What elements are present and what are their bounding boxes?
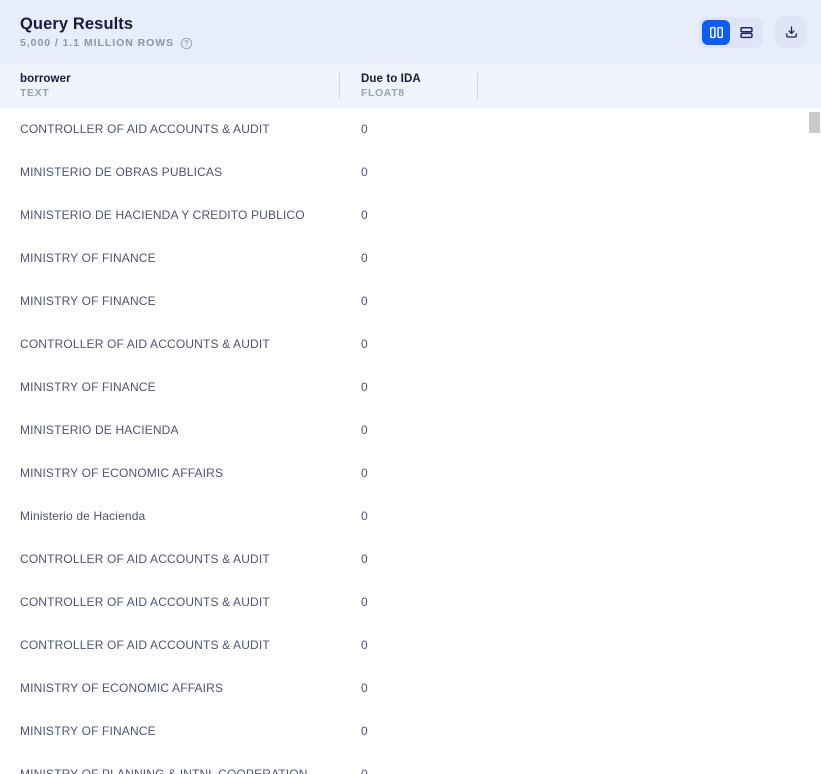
- column-type: TEXT: [20, 87, 50, 99]
- cell-borrower: MINISTRY OF PLANNING & INTNL COOPERATION: [20, 767, 308, 774]
- row-view-icon-button[interactable]: [732, 20, 760, 45]
- cell-borrower: CONTROLLER OF AID ACCOUNTS & AUDIT: [20, 552, 270, 566]
- cell-due-to-ida: 0: [361, 767, 368, 774]
- column-header-due-to-ida[interactable]: Due to IDA FLOAT8: [340, 64, 478, 108]
- cell-borrower: MINISTRY OF ECONOMIC AFFAIRS: [20, 681, 224, 695]
- header-actions: [699, 16, 807, 48]
- title-block: Query Results 5,000 / 1.1 MILLION ROWS: [20, 15, 193, 50]
- cell-due-to-ida: 0: [361, 466, 368, 480]
- cell-borrower: MINISTRY OF FINANCE: [20, 724, 156, 738]
- cell-borrower: MINISTERIO DE HACIENDA Y CREDITO PUBLICO: [20, 208, 305, 222]
- table-row[interactable]: MINISTRY OF ECONOMIC AFFAIRS 0: [0, 452, 821, 495]
- cell-borrower: CONTROLLER OF AID ACCOUNTS & AUDIT: [20, 595, 270, 609]
- cell-borrower: Ministerio de Hacienda: [20, 509, 146, 523]
- cell-due-to-ida: 0: [361, 724, 368, 738]
- table-row[interactable]: MINISTRY OF ECONOMIC AFFAIRS 0: [0, 667, 821, 710]
- cell-borrower: MINISTERIO DE HACIENDA: [20, 423, 179, 437]
- row-count-label: 5,000 / 1.1 MILLION ROWS: [20, 36, 175, 49]
- cell-borrower: MINISTRY OF ECONOMIC AFFAIRS: [20, 466, 224, 480]
- table-row[interactable]: MINISTRY OF FINANCE 0: [0, 280, 821, 323]
- cell-due-to-ida: 0: [361, 638, 368, 652]
- table-row[interactable]: CONTROLLER OF AID ACCOUNTS & AUDIT 0: [0, 624, 821, 667]
- cell-borrower: MINISTRY OF FINANCE: [20, 251, 156, 265]
- cell-due-to-ida: 0: [361, 380, 368, 394]
- table-row[interactable]: MINISTRY OF PLANNING & INTNL COOPERATION…: [0, 753, 821, 774]
- table-row[interactable]: CONTROLLER OF AID ACCOUNTS & AUDIT 0: [0, 581, 821, 624]
- table-row[interactable]: CONTROLLER OF AID ACCOUNTS & AUDIT 0: [0, 323, 821, 366]
- column-divider[interactable]: [477, 73, 478, 99]
- view-mode-toggle-group: [699, 16, 763, 48]
- cell-due-to-ida: 0: [361, 337, 368, 351]
- table-column-header: borrower TEXT Due to IDA FLOAT8: [0, 64, 821, 108]
- download-button[interactable]: [775, 16, 807, 48]
- cell-due-to-ida: 0: [361, 122, 368, 136]
- cell-due-to-ida: 0: [361, 423, 368, 437]
- row-count-row: 5,000 / 1.1 MILLION ROWS: [20, 37, 193, 50]
- table-row[interactable]: MINISTERIO DE OBRAS PUBLICAS 0: [0, 151, 821, 194]
- table-row[interactable]: MINISTRY OF FINANCE 0: [0, 366, 821, 409]
- table-row[interactable]: MINISTRY OF FINANCE 0: [0, 237, 821, 280]
- column-header-borrower[interactable]: borrower TEXT: [0, 64, 340, 108]
- cell-due-to-ida: 0: [361, 294, 368, 308]
- column-type: FLOAT8: [361, 87, 405, 99]
- table-row[interactable]: CONTROLLER OF AID ACCOUNTS & AUDIT 0: [0, 538, 821, 581]
- cell-borrower: CONTROLLER OF AID ACCOUNTS & AUDIT: [20, 337, 270, 351]
- cell-due-to-ida: 0: [361, 595, 368, 609]
- table-row[interactable]: MINISTRY OF FINANCE 0: [0, 710, 821, 753]
- column-view-icon-button[interactable]: [702, 19, 730, 45]
- table-row[interactable]: MINISTERIO DE HACIENDA 0: [0, 409, 821, 452]
- cell-due-to-ida: 0: [361, 208, 368, 222]
- cell-borrower: CONTROLLER OF AID ACCOUNTS & AUDIT: [20, 122, 270, 136]
- cell-due-to-ida: 0: [361, 509, 368, 523]
- panel-header: Query Results 5,000 / 1.1 MILLION ROWS: [0, 0, 821, 64]
- table-row[interactable]: Ministerio de Hacienda 0: [0, 495, 821, 538]
- query-results-panel: Query Results 5,000 / 1.1 MILLION ROWS b…: [0, 0, 821, 774]
- cell-due-to-ida: 0: [361, 165, 368, 179]
- column-name: borrower: [20, 73, 71, 85]
- scrollbar-thumb[interactable]: [809, 112, 820, 133]
- cell-due-to-ida: 0: [361, 681, 368, 695]
- page-title: Query Results: [20, 14, 134, 33]
- vertical-scrollbar[interactable]: [808, 108, 821, 774]
- column-name: Due to IDA: [361, 73, 421, 85]
- table-row[interactable]: MINISTERIO DE HACIENDA Y CREDITO PUBLICO…: [0, 194, 821, 237]
- question-circle-icon[interactable]: [180, 37, 193, 50]
- table-row[interactable]: CONTROLLER OF AID ACCOUNTS & AUDIT 0: [0, 108, 821, 151]
- cell-due-to-ida: 0: [361, 251, 368, 265]
- cell-borrower: MINISTRY OF FINANCE: [20, 294, 156, 308]
- cell-due-to-ida: 0: [361, 552, 368, 566]
- cell-borrower: MINISTRY OF FINANCE: [20, 380, 156, 394]
- table-body: CONTROLLER OF AID ACCOUNTS & AUDIT 0 MINIS…: [0, 108, 821, 774]
- cell-borrower: MINISTERIO DE OBRAS PUBLICAS: [20, 165, 223, 179]
- cell-borrower: CONTROLLER OF AID ACCOUNTS & AUDIT: [20, 638, 270, 652]
